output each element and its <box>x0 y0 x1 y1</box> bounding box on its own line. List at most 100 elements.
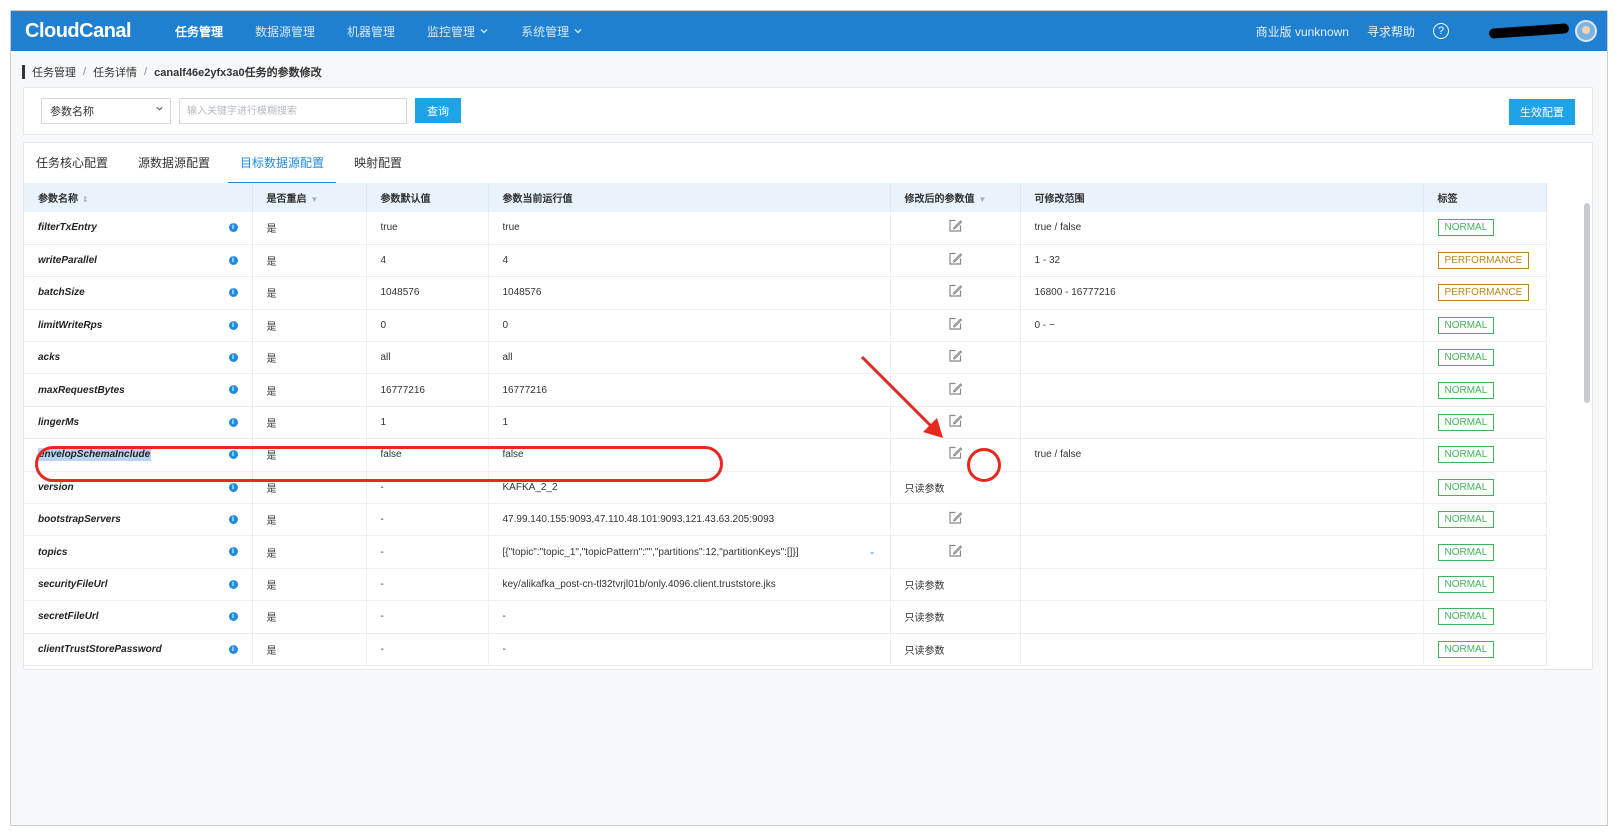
table-row: bootstrapServers i 是 - 47.99.140.155:9093,47… <box>24 503 1547 537</box>
current-value-cell: 1 <box>488 406 891 440</box>
info-icon[interactable]: i <box>228 223 238 232</box>
param-name-cell: batchSize i <box>24 276 253 310</box>
tag-cell: PERFORMANCE <box>1423 276 1547 310</box>
param-name-cell: bootstrapServers i <box>24 503 253 537</box>
current-value: true <box>502 222 520 234</box>
modified-value-cell[interactable] <box>890 212 1021 245</box>
param-name: filterTxEntry <box>38 222 97 234</box>
edit-icon[interactable] <box>947 381 963 400</box>
nav-item-4[interactable]: 系统管理 <box>521 23 583 40</box>
table-row: batchSize i 是 1048576 1048576 16800 - 1677721… <box>24 276 1547 310</box>
config-tabs: 任务核心配置 源数据源配置 目标数据源配置 映射配置 <box>24 143 420 184</box>
table-scrollbar[interactable] <box>1584 203 1590 403</box>
edit-icon[interactable] <box>947 445 963 464</box>
chevron-down-icon[interactable]: ⌄ <box>869 547 876 556</box>
restart-cell: 是 <box>252 373 367 407</box>
nav-item-3[interactable]: 监控管理 <box>427 23 489 40</box>
default-value-cell: 4 <box>366 244 489 278</box>
current-value-cell: 0 <box>488 309 891 343</box>
info-icon[interactable]: i <box>228 612 238 622</box>
tab-3[interactable]: 映射配置 <box>342 143 414 184</box>
range-cell: 0 - ~ <box>1020 309 1424 343</box>
col-header-name[interactable]: 参数名称 ⇕ <box>24 183 253 212</box>
modified-value-cell[interactable] <box>890 535 1021 569</box>
tag-cell: NORMAL <box>1423 212 1547 245</box>
range-cell <box>1020 471 1424 505</box>
info-icon[interactable]: i <box>228 353 238 363</box>
restart-cell: 是 <box>252 244 367 278</box>
tag-badge: NORMAL <box>1437 316 1495 334</box>
current-value-cell: key/alikafka_post-cn-tl32tvrjl01b/only.4… <box>488 568 891 602</box>
param-name-cell: acks i <box>24 341 253 375</box>
col-header-modified[interactable]: 修改后的参数值 ▼ <box>890 183 1021 212</box>
col-header-restart[interactable]: 是否重启 ▼ <box>252 183 367 212</box>
param-name: lingerMs <box>38 417 80 429</box>
chevron-down-icon <box>155 104 164 116</box>
redacted-username <box>1488 23 1570 39</box>
restart-cell: 是 <box>252 341 367 375</box>
current-value: KAFKA_2_2 <box>502 481 558 493</box>
top-navbar: CloudCanal 任务管理 数据源管理 机器管理 监控管理 系统管理 商业版 vun… <box>11 11 1607 51</box>
params-table: 参数名称 ⇕ 是否重启 ▼ 参数默认值 参数当前运行值 修改后的参数值 ▼ 可修改范围… <box>24 183 1547 666</box>
col-header-range: 可修改范围 <box>1020 183 1424 212</box>
search-field-select[interactable]: 参数名称 <box>41 98 171 124</box>
modified-value-cell: 只读参数 <box>890 471 1021 505</box>
info-icon[interactable]: i <box>228 288 238 298</box>
help-icon[interactable]: ? <box>1433 23 1449 39</box>
edit-icon[interactable] <box>947 348 963 367</box>
param-name: acks <box>38 352 61 364</box>
info-icon[interactable]: i <box>228 385 238 395</box>
tab-0[interactable]: 任务核心配置 <box>24 143 120 184</box>
table-row: acks i 是 all all NORMAL <box>24 341 1547 375</box>
breadcrumb-separator: / <box>83 66 87 78</box>
default-value-cell: 16777216 <box>366 373 489 407</box>
info-icon[interactable]: i <box>228 515 238 525</box>
help-link[interactable]: 寻求帮助 <box>1367 23 1415 40</box>
tag-cell: NORMAL <box>1423 341 1547 375</box>
param-name: securityFileUrl <box>38 578 108 590</box>
edit-icon[interactable] <box>947 316 963 335</box>
annotation-oval <box>35 446 723 482</box>
tag-badge: NORMAL <box>1437 446 1495 464</box>
table-row: topics i 是 - [{"topic":"topic_1","topicPatte… <box>24 535 1547 569</box>
param-name-cell: limitWriteRps i <box>24 309 253 343</box>
nav-item-2[interactable]: 机器管理 <box>347 23 395 40</box>
tab-1[interactable]: 源数据源配置 <box>126 143 222 184</box>
nav-menu: 任务管理 数据源管理 机器管理 监控管理 系统管理 <box>175 23 615 40</box>
avatar[interactable] <box>1575 20 1597 42</box>
sort-icon[interactable]: ⇕ <box>82 195 89 204</box>
restart-cell: 是 <box>252 503 367 537</box>
info-icon[interactable]: i <box>228 644 238 654</box>
modified-value-cell[interactable] <box>890 244 1021 278</box>
modified-value-cell[interactable] <box>890 503 1021 537</box>
breadcrumb: 任务管理 / 任务详情 / canalf46e2yfx3a0任务的参数修改 <box>22 65 322 79</box>
modified-value-cell[interactable] <box>890 309 1021 343</box>
edit-icon[interactable] <box>947 413 963 432</box>
info-icon[interactable]: i <box>228 417 238 427</box>
edit-icon[interactable] <box>947 218 963 237</box>
nav-item-0[interactable]: 任务管理 <box>175 23 223 40</box>
edit-icon[interactable] <box>947 543 963 562</box>
search-input[interactable] <box>179 98 407 124</box>
table-row: writeParallel i 是 4 4 1 - 32 PERFORMANCE <box>24 244 1547 278</box>
apply-config-button[interactable]: 生效配置 <box>1509 99 1575 125</box>
filter-icon[interactable]: ▼ <box>311 195 319 204</box>
breadcrumb-item-task-detail[interactable]: 任务详情 <box>93 64 137 80</box>
info-icon[interactable]: i <box>228 482 238 492</box>
modified-value-cell[interactable] <box>890 276 1021 310</box>
tab-2[interactable]: 目标数据源配置 <box>228 143 337 184</box>
query-button[interactable]: 查询 <box>415 98 461 123</box>
info-icon[interactable]: i <box>228 547 238 557</box>
info-icon[interactable]: i <box>228 320 238 330</box>
nav-item-1[interactable]: 数据源管理 <box>255 23 315 40</box>
current-value: 47.99.140.155:9093,47.110.48.101:9093,12… <box>502 514 775 526</box>
info-icon[interactable]: i <box>228 255 238 265</box>
edit-icon[interactable] <box>947 283 963 302</box>
filter-icon[interactable]: ▼ <box>979 195 987 204</box>
breadcrumb-item-task-manage[interactable]: 任务管理 <box>32 64 76 80</box>
edit-icon[interactable] <box>947 251 963 270</box>
param-name: version <box>38 481 74 493</box>
edit-icon[interactable] <box>947 510 963 529</box>
info-icon[interactable]: i <box>228 579 238 589</box>
current-value: 4 <box>502 255 509 267</box>
